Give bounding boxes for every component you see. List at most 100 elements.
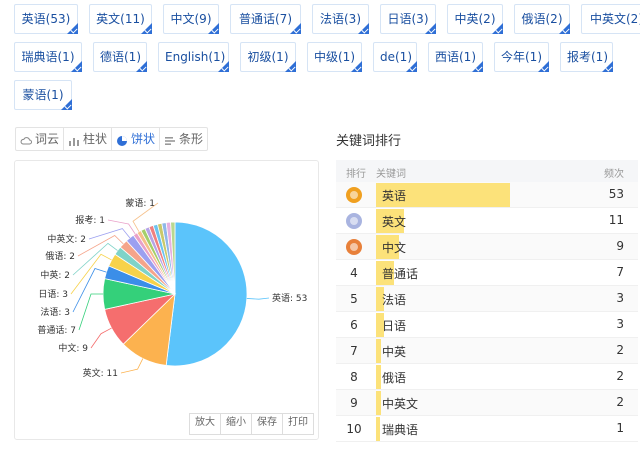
list-bars-icon	[164, 133, 176, 145]
rank-table: 排行 关键词 频次 英语 53 英文 11 中文 9 4 普通话 7 5 法语 3 6 日语 3 7 中英 2 8 俄…	[336, 160, 638, 442]
keyword-cell: 英语	[382, 189, 407, 203]
rank-row: 中文 9	[336, 234, 638, 260]
check-corner-icon	[351, 61, 362, 72]
medal-icon	[346, 187, 362, 203]
label-leader-line	[88, 228, 131, 240]
tag-label: 中文(9)	[170, 12, 212, 26]
check-corner-icon	[538, 61, 549, 72]
pie-chart-panel: 英语: 53 英文: 11 中文: 9 普通话: 7 法语: 3 日语: 3 中英: 2 俄语…	[14, 160, 319, 440]
rank-number: 7	[350, 344, 358, 358]
tag-item[interactable]: 日语(3)	[380, 4, 436, 34]
tag-item[interactable]: 英文(11)	[89, 4, 152, 34]
frequency-cell: 2	[616, 395, 624, 409]
tag-item[interactable]: 中级(1)	[307, 42, 362, 72]
pie-slice-label: 中文: 9	[58, 342, 88, 354]
keyword-cell: 英文	[382, 215, 407, 229]
rank-number: 8	[350, 370, 358, 384]
tag-label: English(1)	[165, 50, 226, 64]
tag-item[interactable]: 英语(53)	[14, 4, 78, 34]
print-button[interactable]: 打印	[283, 414, 313, 434]
check-corner-icon	[358, 23, 369, 34]
tag-label: 德语(1)	[100, 50, 141, 64]
check-corner-icon	[208, 23, 219, 34]
tag-label: 日语(3)	[387, 12, 429, 26]
keyword-cell: 中英文	[382, 397, 419, 411]
check-corner-icon	[602, 61, 613, 72]
check-corner-icon	[67, 23, 78, 34]
rank-row: 英语 53	[336, 182, 638, 208]
tag-label: 普通话(7)	[239, 12, 292, 26]
tag-item[interactable]: English(1)	[158, 42, 229, 72]
tag-item[interactable]: 西语(1)	[428, 42, 483, 72]
medal-icon	[346, 213, 362, 229]
bar-button[interactable]: 柱状	[64, 128, 113, 150]
tag-row-2: 瑞典语(1) 德语(1) English(1) 初级(1) 中级(1) de(1…	[14, 42, 613, 72]
frequency-bar	[376, 391, 382, 415]
frequency-cell: 3	[616, 291, 624, 305]
keyword-cell: 俄语	[382, 371, 407, 385]
pie-slice-label: 中英文: 2	[47, 233, 86, 245]
check-corner-icon	[290, 23, 301, 34]
wordcloud-label: 词云	[35, 132, 60, 146]
check-corner-icon	[559, 23, 570, 34]
rank-row: 9 中英文 2	[336, 390, 638, 416]
tag-item[interactable]: 初级(1)	[240, 42, 296, 72]
keyword-cell: 瑞典语	[382, 423, 419, 437]
pie-slice-label: 英语: 53	[272, 292, 307, 304]
check-corner-icon	[472, 61, 483, 72]
pie-slice-label: 中英: 2	[40, 269, 70, 281]
bar-chart-icon	[68, 133, 80, 146]
check-corner-icon	[285, 61, 296, 72]
tag-label: 英语(53)	[21, 12, 71, 26]
tag-row-3: 蒙语(1)	[14, 80, 83, 110]
tag-item[interactable]: 俄语(2)	[514, 4, 570, 34]
tag-item[interactable]: 德语(1)	[93, 42, 147, 72]
tag-item[interactable]: 报考(1)	[560, 42, 613, 72]
tag-item[interactable]: 中英(2)	[447, 4, 503, 34]
tag-item[interactable]: 中英文(2)	[581, 4, 640, 34]
tag-item[interactable]: 中文(9)	[163, 4, 219, 34]
tag-row-1: 英语(53) 英文(11) 中文(9) 普通话(7) 法语(3) 日语(3) 中…	[14, 4, 640, 34]
tag-item[interactable]: 蒙语(1)	[14, 80, 72, 110]
tag-item[interactable]: 瑞典语(1)	[14, 42, 82, 72]
keyword-col-header: 关键词	[376, 169, 406, 180]
keyword-cell: 中英	[382, 345, 407, 359]
tag-item[interactable]: 法语(3)	[312, 4, 369, 34]
pie-chart-icon	[116, 133, 128, 146]
tag-item[interactable]: de(1)	[373, 42, 417, 72]
frequency-cell: 2	[616, 343, 624, 357]
rank-number: 5	[350, 292, 358, 306]
pie-slice-label: 法语: 3	[40, 306, 70, 318]
pie-button[interactable]: 饼状	[112, 128, 161, 150]
chart-type-toolbar: 词云 柱状 饼状 条形	[15, 127, 209, 151]
rank-row: 4 普通话 7	[336, 260, 638, 286]
zoom-out-button[interactable]: 缩小	[221, 414, 252, 434]
tag-label: 法语(3)	[320, 12, 361, 26]
rank-header: 排行 关键词 频次	[336, 160, 638, 182]
save-button[interactable]: 保存	[252, 414, 283, 434]
label-leader-line	[90, 327, 112, 349]
frequency-bar	[376, 339, 382, 363]
pie-slice-label: 报考: 1	[75, 214, 105, 226]
tag-label: 中英文(2)	[590, 12, 640, 26]
frequency-cell: 11	[608, 213, 624, 227]
pie-slice[interactable]	[165, 221, 248, 367]
keyword-cell: 法语	[382, 293, 407, 307]
label-leader-line	[78, 293, 103, 331]
hbar-button[interactable]: 条形	[160, 128, 207, 150]
tag-label: 今年(1)	[501, 50, 542, 64]
tag-label: 中级(1)	[314, 50, 355, 64]
check-corner-icon	[71, 61, 82, 72]
pie-slice-label: 英文: 11	[83, 367, 118, 379]
rank-number: 6	[350, 318, 358, 332]
wordcloud-button[interactable]: 词云	[16, 128, 65, 150]
tag-item[interactable]: 今年(1)	[494, 42, 549, 72]
rank-row: 7 中英 2	[336, 338, 638, 364]
rank-col-header: 排行	[346, 169, 366, 180]
tag-item[interactable]: 普通话(7)	[230, 4, 301, 34]
frequency-bar	[376, 417, 380, 441]
pie-label: 饼状	[131, 132, 156, 146]
zoom-in-button[interactable]: 放大	[190, 414, 221, 434]
keyword-cell: 普通话	[382, 267, 419, 281]
tag-label: 俄语(2)	[521, 12, 563, 26]
